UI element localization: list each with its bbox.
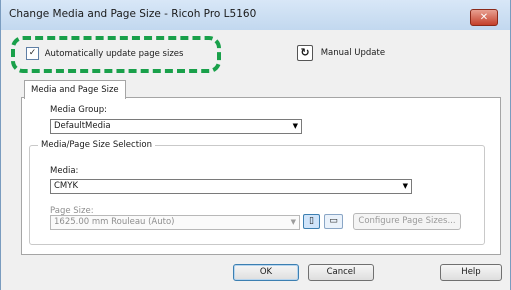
- page-size-value: 1625.00 mm Rouleau (Auto): [54, 217, 175, 227]
- media-select[interactable]: CMYK ▼: [50, 179, 412, 194]
- manual-update-label[interactable]: Manual Update: [321, 48, 385, 58]
- portrait-orientation-button[interactable]: ▯: [303, 214, 320, 229]
- chevron-down-icon: ▼: [292, 122, 298, 130]
- ok-button[interactable]: OK: [233, 264, 299, 281]
- page-size-select[interactable]: 1625.00 mm Rouleau (Auto) ▼: [50, 215, 300, 230]
- close-icon: ✕: [479, 12, 489, 23]
- media-label: Media:: [50, 166, 79, 176]
- portrait-orientation-icon: ▯: [309, 216, 314, 226]
- media-value: CMYK: [54, 181, 79, 191]
- media-group-select[interactable]: DefaultMedia ▼: [50, 119, 302, 134]
- landscape-orientation-button[interactable]: ▭: [324, 214, 343, 229]
- media-group-value: DefaultMedia: [54, 121, 111, 131]
- close-button[interactable]: ✕: [470, 9, 498, 26]
- window-title: Change Media and Page Size - Ricoh Pro L…: [9, 8, 257, 20]
- auto-update-checkbox[interactable]: ✓: [26, 47, 39, 60]
- cancel-button[interactable]: Cancel: [308, 264, 374, 281]
- tab-media-and-page-size[interactable]: Media and Page Size: [24, 80, 126, 99]
- configure-page-sizes-button[interactable]: Configure Page Sizes...: [353, 213, 461, 230]
- media-page-size-group: [29, 145, 485, 245]
- title-bar: Change Media and Page Size - Ricoh Pro L…: [1, 0, 510, 30]
- refresh-icon[interactable]: ↻: [297, 45, 313, 61]
- chevron-down-icon: ▼: [290, 218, 296, 226]
- dialog-window: Change Media and Page Size - Ricoh Pro L…: [0, 0, 511, 290]
- media-group-label: Media Group:: [50, 105, 107, 115]
- auto-update-label[interactable]: Automatically update page sizes: [45, 49, 184, 59]
- auto-update-option[interactable]: ✓ Automatically update page sizes: [26, 47, 183, 61]
- manual-update-button[interactable]: ↻ Manual Update: [297, 45, 385, 61]
- dialog-client-area: ✓ Automatically update page sizes ↻ Manu…: [7, 30, 504, 288]
- landscape-orientation-icon: ▭: [329, 216, 338, 226]
- chevron-down-icon: ▼: [402, 182, 408, 190]
- help-button[interactable]: Help: [440, 264, 502, 281]
- selection-group-title: Media/Page Size Selection: [38, 140, 155, 150]
